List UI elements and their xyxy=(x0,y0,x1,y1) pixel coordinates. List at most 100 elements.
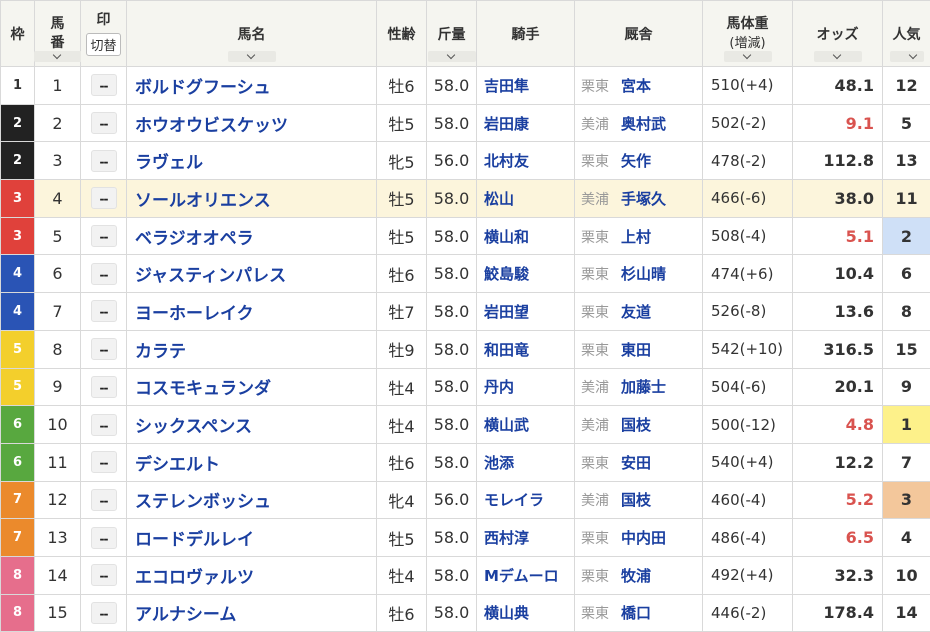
col-header-kinryo[interactable]: 斤量 xyxy=(426,0,477,67)
trainer-name-link[interactable]: 宮本 xyxy=(621,77,651,95)
sort-chevron-down-icon[interactable] xyxy=(427,51,476,62)
stable-region: 美浦 xyxy=(581,116,609,133)
horse-name-link[interactable]: デシエルト xyxy=(126,442,377,482)
trainer-name-link[interactable]: 奥村武 xyxy=(621,115,666,133)
stable-cell: 栗東 杉山晴 xyxy=(574,254,703,294)
weight-cell: 540(+4) xyxy=(702,442,793,482)
trainer-name-link[interactable]: 橋口 xyxy=(621,604,651,622)
waku-number: 6 xyxy=(12,454,23,470)
sort-chevron-down-icon[interactable] xyxy=(813,51,862,62)
horse-name-link[interactable]: エコロヴァルツ xyxy=(126,555,377,595)
umaban-cell: 3 xyxy=(34,141,81,181)
trainer-name-link[interactable]: 安田 xyxy=(621,454,651,472)
horse-name-link[interactable]: ステレンボッシュ xyxy=(126,480,377,520)
mark-select-button[interactable]: -- xyxy=(90,149,117,172)
trainer-name-link[interactable]: 矢作 xyxy=(621,152,651,170)
odds-cell: 9.1 xyxy=(792,103,883,143)
jockey-name-link[interactable]: Mデムーロ xyxy=(476,555,575,595)
jockey-name-link[interactable]: 和田竜 xyxy=(476,329,575,369)
col-header-popularity[interactable]: 人気 xyxy=(882,0,930,67)
weight-cell: 466(-6) xyxy=(702,179,793,218)
kinryo-cell: 56.0 xyxy=(426,480,477,520)
kinryo-header-label: 斤量 xyxy=(437,26,466,43)
trainer-name-link[interactable]: 中内田 xyxy=(621,529,666,547)
mark-select-button[interactable]: -- xyxy=(90,262,117,285)
horse-name-link[interactable]: アルナシーム xyxy=(126,593,377,632)
jockey-name-link[interactable]: 北村友 xyxy=(476,141,575,181)
jockey-name-link[interactable]: 丹内 xyxy=(476,367,575,407)
sort-chevron-down-icon[interactable] xyxy=(889,51,924,62)
kinryo-cell: 58.0 xyxy=(426,66,477,105)
trainer-name-link[interactable]: 牧浦 xyxy=(621,567,651,585)
jockey-name-link[interactable]: 岩田望 xyxy=(476,292,575,331)
trainer-name-link[interactable]: 杉山晴 xyxy=(621,265,666,283)
sort-chevron-down-icon[interactable] xyxy=(723,51,772,62)
mark-select-button[interactable]: -- xyxy=(90,564,117,587)
col-header-waku: 枠 xyxy=(0,0,35,67)
horse-name-link[interactable]: ホウオウビスケッツ xyxy=(126,103,377,143)
jockey-name-link[interactable]: 横山武 xyxy=(476,405,575,444)
popularity-cell: 2 xyxy=(882,216,930,256)
jockey-name-link[interactable]: 岩田康 xyxy=(476,103,575,143)
waku-cell: 6 xyxy=(0,405,35,444)
horse-name-link[interactable]: ボルドグフーシュ xyxy=(126,66,377,105)
mark-select-button[interactable]: -- xyxy=(90,74,117,97)
trainer-name-link[interactable]: 手塚久 xyxy=(621,190,666,208)
mark-select-button[interactable]: -- xyxy=(90,601,117,624)
table-row: 3 5 -- ベラジオオペラ 牡5 58.0 横山和 栗東 上村 508(-4) 5.1 2 xyxy=(0,216,930,256)
trainer-name-link[interactable]: 友道 xyxy=(621,303,651,321)
mark-select-button[interactable]: -- xyxy=(90,225,117,248)
mark-select-button[interactable]: -- xyxy=(90,526,117,549)
mark-select-button[interactable]: -- xyxy=(90,375,117,398)
horse-name-link[interactable]: ソールオリエンス xyxy=(126,179,377,218)
horse-name-link[interactable]: ベラジオオペラ xyxy=(126,216,377,256)
horse-name-link[interactable]: ヨーホーレイク xyxy=(126,292,377,331)
mark-select-button[interactable]: -- xyxy=(90,112,117,135)
jockey-name-link[interactable]: 鮫島駿 xyxy=(476,254,575,294)
mark-select-button[interactable]: -- xyxy=(90,451,117,474)
mark-select-button[interactable]: -- xyxy=(90,338,117,361)
col-header-odds[interactable]: オッズ xyxy=(792,0,883,67)
mark-toggle-button[interactable]: 切替 xyxy=(86,33,121,56)
horse-name-link[interactable]: シックスペンス xyxy=(126,405,377,444)
stable-cell: 美浦 国枝 xyxy=(574,405,703,444)
trainer-name-link[interactable]: 上村 xyxy=(621,228,651,246)
trainer-name-link[interactable]: 加藤士 xyxy=(621,378,666,396)
horse-name-link[interactable]: ジャスティンパレス xyxy=(126,254,377,294)
umaban-cell: 10 xyxy=(34,405,81,444)
mark-cell: -- xyxy=(80,593,127,632)
mark-select-button[interactable]: -- xyxy=(90,187,117,210)
mark-select-button[interactable]: -- xyxy=(90,300,117,323)
table-row: 2 2 -- ホウオウビスケッツ 牡5 58.0 岩田康 美浦 奥村武 502(-2) 9.1 5 xyxy=(0,103,930,143)
col-header-horse[interactable]: 馬名 xyxy=(126,0,377,67)
col-header-weight[interactable]: 馬体重 (増減) xyxy=(702,0,793,67)
horse-name-link[interactable]: カラテ xyxy=(126,329,377,369)
race-entry-table: 枠 馬 番 印 切替 馬名 性齢 斤量 騎手 厩舎 馬体重 (増減) オッズ 人… xyxy=(0,0,930,632)
trainer-name-link[interactable]: 東田 xyxy=(621,341,651,359)
stable-region: 栗東 xyxy=(581,455,609,472)
odds-cell: 10.4 xyxy=(792,254,883,294)
stable-region: 栗東 xyxy=(581,304,609,321)
sort-chevron-down-icon[interactable] xyxy=(33,51,82,62)
jockey-name-link[interactable]: 西村淳 xyxy=(476,518,575,557)
mark-select-button[interactable]: -- xyxy=(90,413,117,436)
horse-name-link[interactable]: コスモキュランダ xyxy=(126,367,377,407)
jockey-name-link[interactable]: 池添 xyxy=(476,442,575,482)
sort-chevron-down-icon[interactable] xyxy=(227,51,276,62)
jockey-name-link[interactable]: 吉田隼 xyxy=(476,66,575,105)
trainer-name-link[interactable]: 国枝 xyxy=(621,416,651,434)
jockey-name-link[interactable]: モレイラ xyxy=(476,480,575,520)
stable-region: 栗東 xyxy=(581,606,609,623)
weight-cell: 504(-6) xyxy=(702,367,793,407)
horse-name-link[interactable]: ロードデルレイ xyxy=(126,518,377,557)
jockey-name-link[interactable]: 松山 xyxy=(476,179,575,218)
horse-name-link[interactable]: ラヴェル xyxy=(126,141,377,181)
jockey-name-link[interactable]: 横山和 xyxy=(476,216,575,256)
mark-select-button[interactable]: -- xyxy=(90,488,117,511)
trainer-name-link[interactable]: 国枝 xyxy=(621,491,651,509)
weight-cell: 510(+4) xyxy=(702,66,793,105)
col-header-umaban[interactable]: 馬 番 xyxy=(33,0,82,67)
odds-cell: 32.3 xyxy=(792,555,883,595)
jockey-name-link[interactable]: 横山典 xyxy=(476,593,575,632)
kinryo-cell: 58.0 xyxy=(426,442,477,482)
